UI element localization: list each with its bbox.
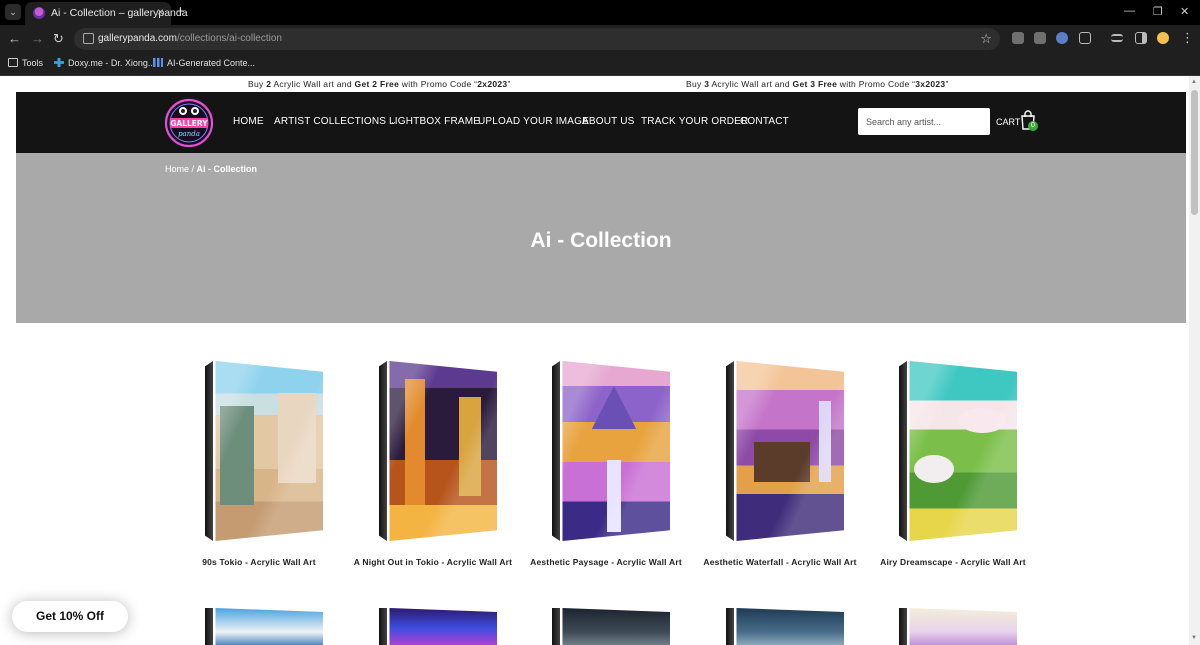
bookmark-folder-tools[interactable]: Tools: [8, 58, 43, 68]
product-image[interactable]: [215, 361, 323, 541]
nav-track-your-order[interactable]: TRACK YOUR ORDER: [641, 116, 748, 127]
extension-icon[interactable]: [1012, 32, 1024, 44]
site-header: GALLERY panda HOME ARTIST COLLECTIONS ⌄ L…: [16, 92, 1186, 153]
svg-text:panda: panda: [178, 130, 200, 138]
product-image[interactable]: [736, 361, 844, 541]
folder-icon: [8, 58, 18, 67]
plus-cross-icon: [54, 58, 64, 67]
frame-edge: [205, 608, 213, 645]
breadcrumb-home[interactable]: Home: [165, 164, 189, 174]
collection-hero: Home / Ai - Collection Ai - Collection: [16, 153, 1186, 323]
nav-about-us[interactable]: ABOUT US: [582, 116, 635, 127]
artist-search-input[interactable]: [858, 108, 990, 135]
nav-artist-collections[interactable]: ARTIST COLLECTIONS ⌄: [274, 116, 397, 127]
frame-edge: [552, 361, 560, 541]
menu-kebab-icon[interactable]: ⋮: [1181, 30, 1194, 45]
gallerypanda-logo[interactable]: GALLERY panda: [164, 98, 214, 148]
frame-edge: [205, 361, 213, 541]
frame-edge: [726, 608, 734, 645]
product-image[interactable]: [562, 608, 670, 645]
bookmark-doxy[interactable]: Doxy.me - Dr. Xiong...: [54, 58, 155, 68]
new-tab-icon[interactable]: +: [176, 3, 185, 20]
bookmarks-bar: Tools Doxy.me - Dr. Xiong... AI-Generate…: [0, 53, 1200, 76]
product-title[interactable]: 90s Tokio - Acrylic Wall Art: [174, 557, 344, 567]
discount-popup-button[interactable]: Get 10% Off: [12, 601, 128, 632]
svg-text:GALLERY: GALLERY: [170, 119, 208, 128]
frame-edge: [899, 361, 907, 541]
url-text: gallerypanda.com/collections/ai-collecti…: [98, 33, 282, 44]
browser-tab-active[interactable]: Ai - Collection – gallerypanda ×: [25, 2, 188, 25]
scrollbar-thumb[interactable]: [1191, 90, 1198, 215]
product-title[interactable]: Aesthetic Paysage - Acrylic Wall Art: [521, 557, 691, 567]
breadcrumb-current: Ai - Collection: [196, 164, 258, 174]
promo-bar: Buy 2 Acrylic Wall art and Get 2 Free wi…: [16, 76, 1186, 92]
profile-avatar-icon[interactable]: [1157, 32, 1169, 44]
nav-contact[interactable]: CONTACT: [740, 116, 789, 127]
cart-count-badge: 0: [1028, 121, 1038, 131]
product-image[interactable]: [389, 608, 497, 645]
product-title[interactable]: Airy Dreamscape - Acrylic Wall Art: [868, 557, 1038, 567]
promo-text-right: Buy 3 Acrylic Wall art and Get 3 Free wi…: [686, 79, 949, 89]
window-close-icon[interactable]: ✕: [1180, 5, 1189, 18]
frame-edge: [379, 361, 387, 541]
address-bar[interactable]: gallerypanda.com/collections/ai-collecti…: [74, 28, 1000, 50]
breadcrumb: Home / Ai - Collection: [165, 164, 258, 174]
product-image[interactable]: [562, 361, 670, 541]
frame-edge: [552, 608, 560, 645]
cart-link[interactable]: CART: [996, 117, 1020, 127]
bookmark-ai-generated[interactable]: AI-Generated Conte...: [153, 58, 255, 68]
product-title[interactable]: A Night Out in Tokio - Acrylic Wall Art: [348, 557, 518, 567]
product-image[interactable]: [389, 361, 497, 541]
site-favicon-icon: [33, 7, 45, 19]
product-image[interactable]: [215, 608, 323, 645]
product-grid: 90s Tokio - Acrylic Wall Art A Night Out…: [0, 323, 1189, 645]
tab-search-icon[interactable]: ⌄: [5, 4, 21, 20]
site-info-icon[interactable]: [83, 33, 94, 44]
product-title[interactable]: Aesthetic Waterfall - Acrylic Wall Art: [695, 557, 865, 567]
bookmark-star-icon[interactable]: ☆: [980, 31, 992, 47]
nav-upload-your-image[interactable]: UPLOAD YOUR IMAGE: [478, 116, 589, 127]
reading-list-icon[interactable]: [1111, 34, 1123, 42]
minimize-icon[interactable]: —: [1124, 5, 1135, 17]
page-viewport: Buy 2 Acrylic Wall art and Get 2 Free wi…: [0, 76, 1189, 645]
extension-icon[interactable]: [1056, 32, 1068, 44]
forward-icon[interactable]: →: [31, 31, 44, 46]
scroll-down-icon[interactable]: ▼: [1191, 635, 1197, 641]
back-icon[interactable]: ←: [8, 31, 21, 46]
extensions-puzzle-icon[interactable]: [1079, 32, 1091, 44]
scroll-up-icon[interactable]: ▲: [1191, 79, 1197, 85]
page-scrollbar[interactable]: ▲ ▼: [1189, 76, 1200, 645]
extension-icon[interactable]: [1034, 32, 1046, 44]
side-panel-icon[interactable]: [1135, 32, 1147, 44]
product-image[interactable]: [909, 608, 1017, 645]
tab-title: Ai - Collection – gallerypanda: [51, 7, 188, 19]
promo-text-left: Buy 2 Acrylic Wall art and Get 2 Free wi…: [248, 79, 511, 89]
tab-close-icon[interactable]: ×: [157, 5, 164, 19]
page-title: Ai - Collection: [530, 229, 672, 252]
browser-toolbar: ← → ↻ gallerypanda.com/collections/ai-co…: [0, 25, 1200, 53]
frame-edge: [726, 361, 734, 541]
restore-icon[interactable]: ❐: [1153, 5, 1163, 18]
browser-tabstrip: ⌄ Ai - Collection – gallerypanda × + — ❐…: [0, 0, 1200, 25]
frame-edge: [899, 608, 907, 645]
frame-edge: [379, 608, 387, 645]
nav-lightbox-frame[interactable]: LIGHTBOX FRAME: [389, 116, 480, 127]
reload-icon[interactable]: ↻: [53, 31, 64, 46]
nav-home[interactable]: HOME: [233, 116, 264, 127]
bars-icon: [153, 58, 163, 67]
product-image[interactable]: [736, 608, 844, 645]
product-image[interactable]: [909, 361, 1017, 541]
